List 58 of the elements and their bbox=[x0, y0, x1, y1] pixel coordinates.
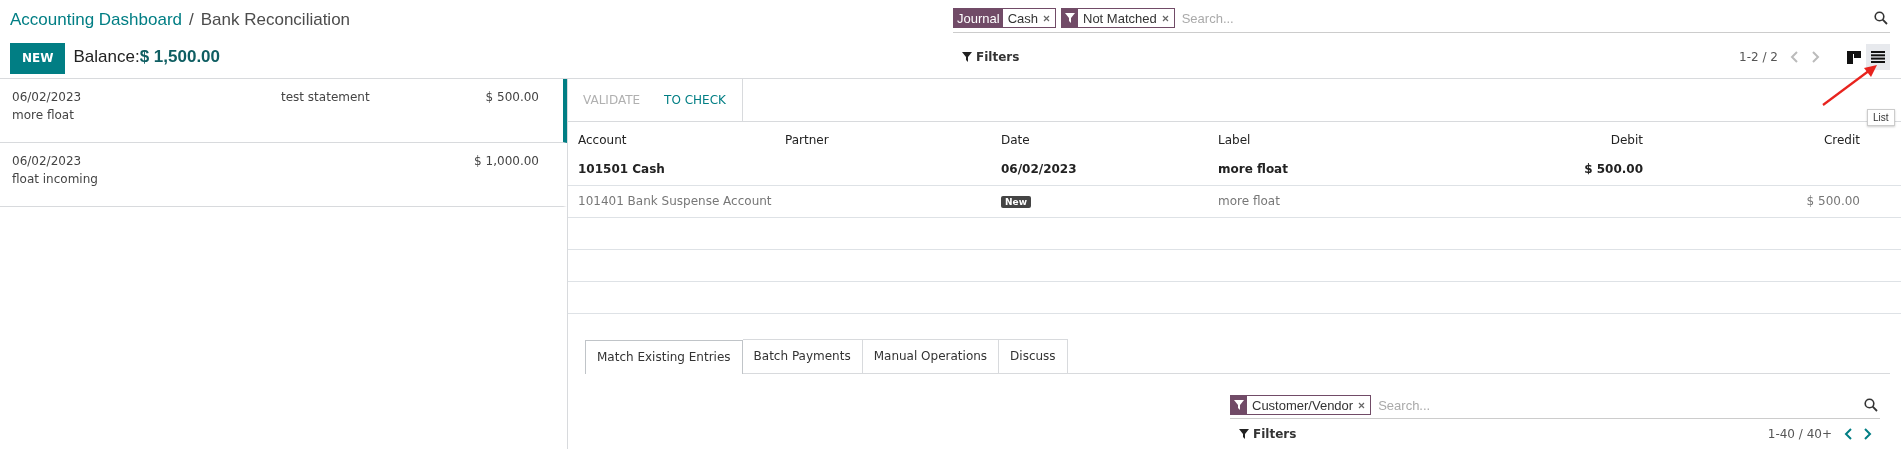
statement-label: more float bbox=[12, 108, 75, 124]
close-icon[interactable] bbox=[1043, 14, 1050, 22]
facet-value: Customer/Vendor bbox=[1251, 397, 1355, 413]
search-field[interactable]: Search... bbox=[1179, 9, 1869, 27]
close-icon[interactable] bbox=[1161, 14, 1169, 22]
tab[interactable]: Batch Payments bbox=[742, 338, 863, 373]
balance-label: Balance: bbox=[73, 47, 140, 67]
column-header: Credit bbox=[1823, 132, 1860, 147]
new-badge: New bbox=[1001, 196, 1031, 209]
statement-label: float incoming bbox=[12, 172, 99, 188]
action-button[interactable]: TO CHECK bbox=[652, 79, 738, 121]
column-header: Label bbox=[1218, 132, 1251, 147]
statement-amount: $ 500.00 bbox=[485, 90, 539, 106]
balance-value: $ 1,500.00 bbox=[139, 47, 220, 67]
column-header: Debit bbox=[1610, 132, 1643, 147]
annotation-arrow bbox=[1820, 62, 1880, 108]
new-button[interactable]: NEW bbox=[10, 42, 66, 74]
filter-icon bbox=[962, 52, 972, 62]
statement-date: 06/02/2023 bbox=[12, 90, 83, 106]
search-icon[interactable] bbox=[1874, 11, 1888, 25]
tooltip: List bbox=[1867, 109, 1895, 126]
list-view-button[interactable] bbox=[1866, 44, 1890, 70]
filters-button[interactable]: Filters bbox=[1230, 427, 1297, 441]
facet-value: Cash bbox=[1006, 10, 1039, 26]
search-icon[interactable] bbox=[1864, 398, 1878, 412]
statement-line[interactable]: 06/02/2023 test statement $ 500.00 more float bbox=[0, 79, 567, 143]
pager-value: 1-40 / 40+ bbox=[1767, 427, 1832, 441]
table-cell: $ 500.00 bbox=[1584, 162, 1643, 177]
previous-icon[interactable] bbox=[1844, 428, 1854, 440]
close-icon[interactable] bbox=[1358, 401, 1366, 409]
statement-reference: test statement bbox=[281, 90, 370, 104]
breadcrumb-current: Bank Reconciliation bbox=[200, 10, 351, 30]
facet-label: Journal bbox=[954, 9, 1003, 27]
column-header: Date bbox=[1001, 132, 1030, 147]
statement-date: 06/02/2023 bbox=[12, 154, 83, 170]
list-icon bbox=[1871, 51, 1885, 63]
next-icon[interactable] bbox=[1862, 428, 1872, 440]
tab[interactable]: Discuss bbox=[999, 338, 1068, 373]
tab[interactable]: Manual Operations bbox=[862, 338, 1000, 373]
statement-amount: $ 1,000.00 bbox=[474, 154, 539, 170]
search-field[interactable]: Search... bbox=[1376, 396, 1859, 414]
table-cell: more float bbox=[1218, 194, 1280, 209]
column-header: Partner bbox=[785, 132, 829, 147]
table-cell: 06/02/2023 bbox=[1001, 162, 1077, 177]
breadcrumb-separator: / bbox=[189, 10, 194, 30]
kanban-icon bbox=[1847, 50, 1861, 64]
filters-button[interactable]: Filters bbox=[953, 50, 1020, 64]
column-header: Account bbox=[578, 132, 627, 147]
table-cell: $ 500.00 bbox=[1806, 194, 1860, 209]
table-cell: more float bbox=[1218, 162, 1288, 177]
table-cell: 101501 Cash bbox=[578, 162, 665, 177]
filter-icon bbox=[1239, 429, 1249, 439]
breadcrumb-link[interactable]: Accounting Dashboard bbox=[10, 10, 182, 30]
statement-line[interactable]: 06/02/2023 $ 1,000.00 float incoming bbox=[0, 143, 567, 207]
facet-value: Not Matched bbox=[1082, 10, 1158, 26]
tab[interactable]: Match Existing Entries bbox=[585, 339, 743, 374]
table-cell: 101401 Bank Suspense Account bbox=[578, 194, 772, 209]
pager-value: 1-2 / 2 bbox=[1739, 50, 1778, 64]
